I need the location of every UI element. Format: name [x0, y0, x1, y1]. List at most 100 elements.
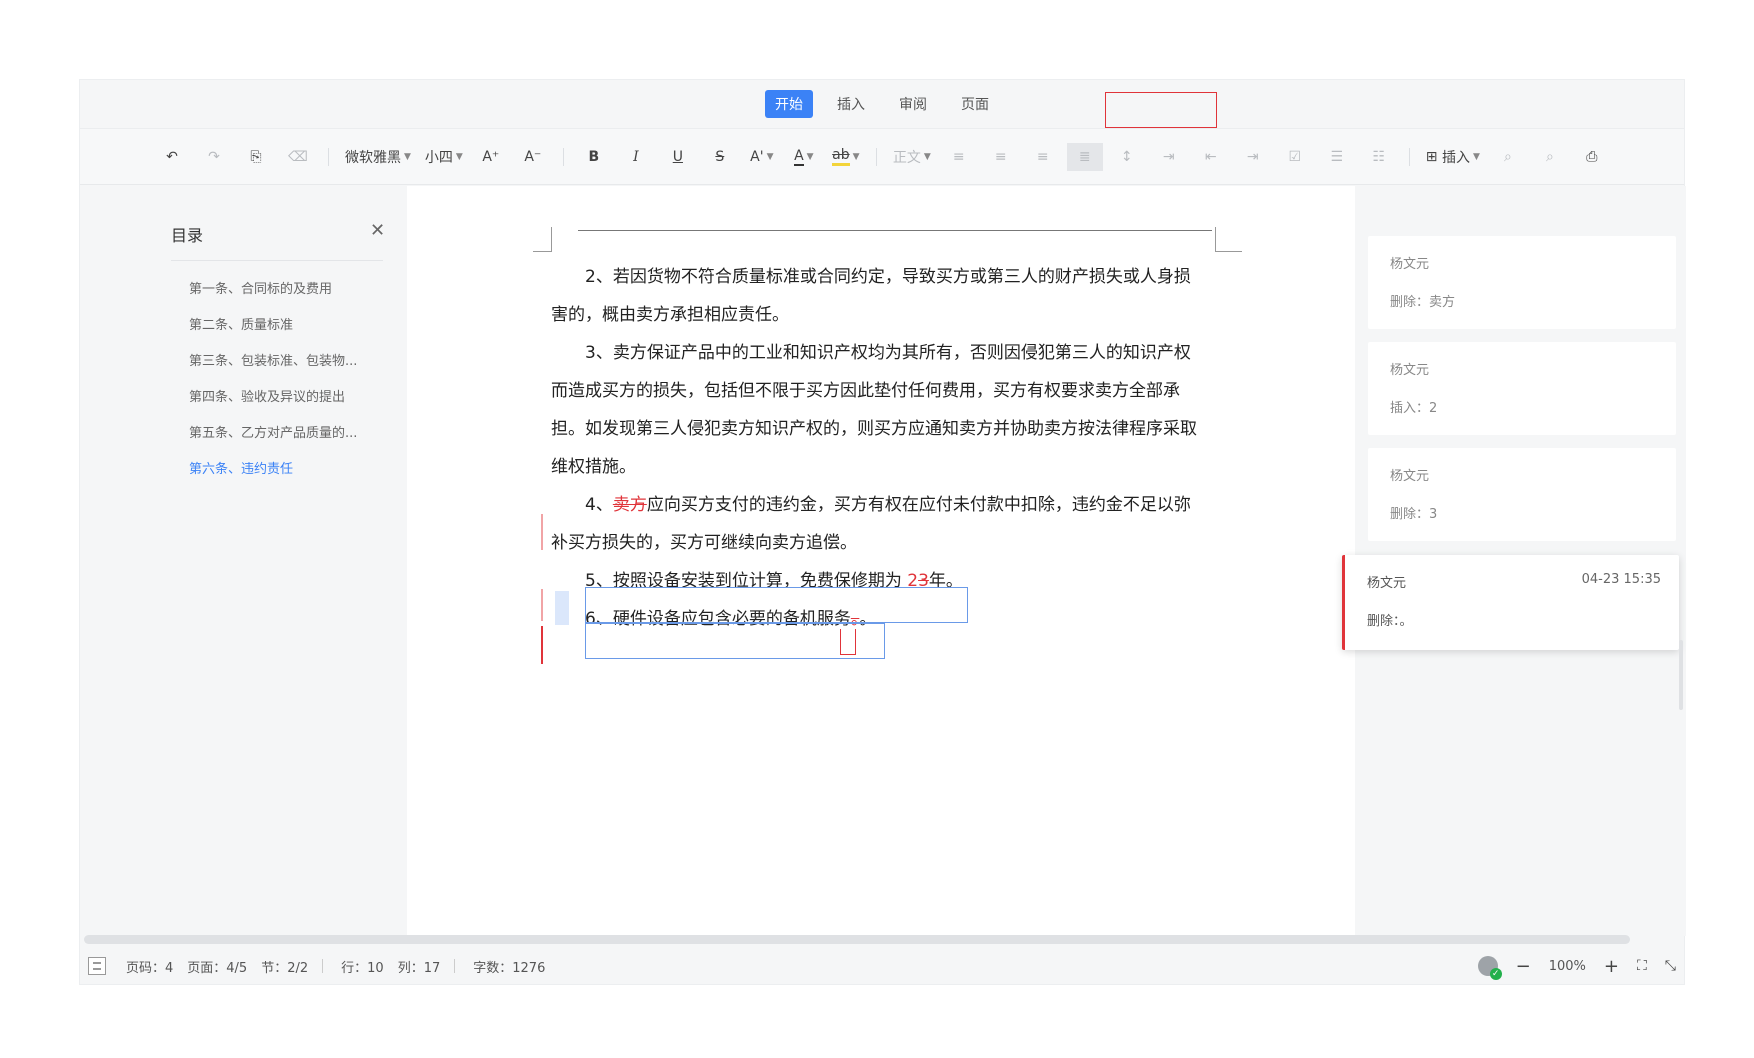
card-content: 插入：2: [1390, 401, 1438, 416]
collapse-icon[interactable]: ⤡: [1665, 958, 1676, 974]
fit-page-icon[interactable]: ⛶: [1637, 958, 1647, 974]
revision-card[interactable]: 杨文元 插入：2: [1368, 342, 1676, 435]
tab-page[interactable]: 页面: [951, 90, 999, 118]
outline-toggle-icon[interactable]: [88, 957, 106, 975]
outdent-icon[interactable]: ⇤: [1193, 143, 1229, 171]
clear-format-icon[interactable]: ⌫: [280, 143, 316, 171]
font-size-select[interactable]: 小四 ▼: [421, 143, 467, 171]
card-content: 删除：。: [1367, 614, 1413, 629]
print-icon[interactable]: ⎙: [1574, 143, 1610, 171]
revision-cursor: [840, 629, 856, 655]
card-content: 删除：3: [1390, 507, 1438, 522]
tab-insert[interactable]: 插入: [827, 90, 875, 118]
format-painter-icon[interactable]: ⎘: [238, 143, 274, 171]
selection-marker: [555, 591, 569, 625]
header-line: [578, 230, 1212, 231]
text-run: 4、: [585, 495, 613, 515]
document-body[interactable]: 2、若因货物不符合质量标准或合同约定，导致买方或第三人的财产损失或人身损害的，概…: [551, 258, 1201, 638]
underline-button[interactable]: U: [660, 143, 696, 171]
number-list-icon[interactable]: ☷: [1361, 143, 1397, 171]
align-left-icon[interactable]: ≡: [941, 143, 977, 171]
zoom-level[interactable]: 100%: [1549, 959, 1586, 974]
toc-item[interactable]: 第一条、合同标的及费用: [189, 281, 357, 317]
status-page-num: 页码：4: [126, 960, 174, 976]
style-select[interactable]: 正文 ▼: [889, 143, 935, 171]
bullet-list-icon[interactable]: ☰: [1319, 143, 1355, 171]
revision-panel: 杨文元 删除：卖方 杨文元 插入：2 杨文元 删除：3 杨文元 04-23 15…: [1342, 186, 1686, 936]
toc-item[interactable]: 第三条、包装标准、包装物...: [189, 353, 357, 389]
zoom-controls: − 100% + ⛶ ⤡: [1477, 946, 1676, 986]
superscript-label: A': [750, 148, 764, 165]
chevron-down-icon: ▼: [806, 151, 814, 162]
shrink-font-button[interactable]: A⁻: [515, 143, 551, 171]
zoom-in-button[interactable]: +: [1604, 956, 1619, 977]
style-value: 正文: [892, 149, 921, 166]
redo-icon[interactable]: ↷: [196, 143, 232, 171]
font-size-value: 小四: [424, 149, 453, 166]
insert-button[interactable]: ⊞ 插入 ▼: [1422, 143, 1484, 171]
close-icon[interactable]: ✕: [370, 220, 385, 241]
toolbar: ↶ ↷ ⎘ ⌫ 微软雅黑 ▼ 小四 ▼ A⁺ A⁻ B I U S A' ▼ A ▼ a…: [80, 129, 1684, 185]
divider: [328, 147, 329, 166]
divider: [875, 147, 877, 166]
align-right-icon[interactable]: ≡: [1025, 143, 1061, 171]
card-author: 杨文元: [1390, 363, 1430, 378]
toc-sidebar: 目录 ✕ 第一条、合同标的及费用 第二条、质量标准 第三条、包装标准、包装物..…: [80, 186, 407, 936]
indent2-icon[interactable]: ⇥: [1235, 143, 1271, 171]
toc-item[interactable]: 第五条、乙方对产品质量的...: [189, 425, 357, 461]
divider: [171, 260, 383, 261]
toc-item[interactable]: 第二条、质量标准: [189, 317, 357, 353]
status-col: 列：17: [397, 960, 441, 976]
superscript-button[interactable]: A' ▼: [744, 143, 780, 171]
selection-box: [585, 587, 968, 623]
insert-icon: ⊞: [1425, 148, 1438, 165]
chevron-down-icon: ▼: [1472, 151, 1480, 162]
revision-card[interactable]: 杨文元 删除：3: [1368, 448, 1676, 541]
checkbox-icon[interactable]: ☑: [1277, 143, 1313, 171]
card-author: 杨文元: [1390, 469, 1430, 484]
zoom-icon[interactable]: ⌕: [1532, 143, 1568, 171]
zoom-out-button[interactable]: −: [1516, 956, 1531, 977]
align-center-icon[interactable]: ≡: [983, 143, 1019, 171]
card-author: 杨文元: [1390, 257, 1430, 272]
horizontal-scrollbar[interactable]: [84, 935, 1630, 944]
undo-icon[interactable]: ↶: [154, 143, 190, 171]
font-family-select[interactable]: 微软雅黑 ▼: [341, 143, 415, 171]
highlight-button[interactable]: ab ▼: [828, 143, 864, 171]
bold-button[interactable]: B: [576, 143, 612, 171]
line-spacing-icon[interactable]: ↕: [1109, 143, 1145, 171]
find-icon[interactable]: ⌕: [1490, 143, 1526, 171]
chevron-down-icon: ▼: [404, 151, 411, 162]
card-content: 删除：卖方: [1390, 295, 1456, 310]
vertical-scrollbar[interactable]: [1679, 640, 1683, 710]
document-page[interactable]: 2、若因货物不符合质量标准或合同约定，导致买方或第三人的财产损失或人身损害的，概…: [407, 186, 1355, 936]
cloud-sync-icon[interactable]: [1477, 956, 1502, 980]
revision-card[interactable]: 杨文元 删除：卖方: [1368, 236, 1676, 329]
justify-icon[interactable]: ≣: [1066, 142, 1103, 171]
tab-review[interactable]: 审阅: [889, 90, 937, 118]
status-section: 节：2/2: [261, 960, 309, 976]
grow-font-button[interactable]: A⁺: [473, 143, 509, 171]
chevron-down-icon: ▼: [852, 151, 860, 162]
highlight-label: ab: [832, 147, 850, 166]
editor-window: 开始 插入 审阅 页面 ↶ ↷ ⎘ ⌫ 微软雅黑 ▼ 小四 ▼ A⁺ A⁻ B I …: [79, 79, 1686, 986]
status-row: 行：10: [341, 960, 384, 976]
strikethrough-button[interactable]: S: [702, 143, 738, 171]
status-pages: 页面：4/5: [187, 960, 248, 976]
paragraph: 4、卖方应向买方支付的违约金，买方有权在应付未付款中扣除，违约金不足以弥补买方损…: [551, 486, 1201, 562]
divider: [322, 959, 324, 973]
divider: [562, 147, 564, 166]
change-bar: [541, 514, 543, 550]
revision-card-active[interactable]: 杨文元 04-23 15:35 删除：。: [1342, 555, 1679, 650]
italic-button[interactable]: I: [618, 143, 654, 171]
font-color-label: A: [794, 147, 804, 166]
font-color-button[interactable]: A ▼: [786, 143, 822, 171]
tab-home[interactable]: 开始: [765, 90, 813, 118]
toc-item-active[interactable]: 第六条、违约责任: [189, 461, 357, 497]
toc-item[interactable]: 第四条、验收及异议的提出: [189, 389, 357, 425]
status-bar: 页码：4 页面：4/5 节：2/2 行：10 列：17 字数：1276 − 10…: [80, 946, 1684, 986]
change-bar: [541, 589, 543, 621]
highlight-frame: [1105, 92, 1217, 128]
card-author: 杨文元: [1367, 576, 1407, 591]
indent-icon[interactable]: ⇥: [1151, 143, 1187, 171]
